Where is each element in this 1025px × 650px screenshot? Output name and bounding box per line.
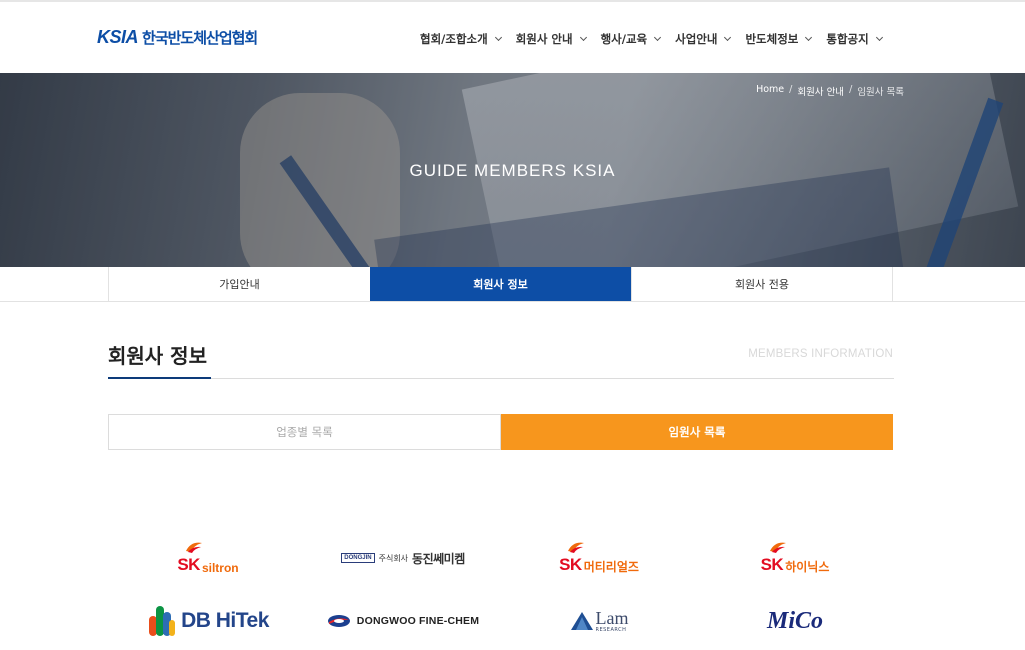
member-logo-sk-hynix[interactable]: SK 하이닉스 [710, 542, 880, 583]
page-subtitle: MEMBERS INFORMATION [748, 348, 893, 360]
chevron-down-icon [654, 33, 662, 42]
dongwoo-text: DONGWOO FINE-CHEM [356, 615, 480, 627]
sk-brand-text: SK [760, 555, 784, 574]
main-nav: 협회/조합소개 회원사 안내 행사/교육 사업안내 반도체정보 통합공지 [420, 31, 897, 47]
dongwoo-emblem-icon [327, 615, 350, 627]
subtab-by-industry[interactable]: 업종별 목록 [108, 414, 501, 450]
hero-title: GUIDE MEMBERS KSIA [409, 161, 616, 180]
chevron-down-icon [724, 33, 732, 42]
title-underline [108, 377, 211, 379]
logo-ko-text: 한국반도체산업협회 [142, 29, 258, 47]
breadcrumb-home[interactable]: Home [756, 84, 784, 98]
dongjin-name-text: 동진쎄미켐 [412, 551, 465, 566]
member-logo-dongwoo[interactable]: DONGWOO FINE-CHEM [318, 603, 488, 639]
nav-item-business[interactable]: 사업안내 [675, 31, 732, 47]
sk-butterfly-icon [568, 542, 585, 553]
chevron-down-icon [805, 33, 813, 42]
db-hitek-text: DB HiTek [181, 609, 269, 632]
lam-sub-text: RESEARCH [595, 627, 627, 633]
member-logo-db-hitek[interactable]: DB HiTek [123, 603, 293, 639]
sk-sub-text: siltron [201, 561, 239, 575]
tab-join-guide[interactable]: 가입안내 [108, 267, 370, 301]
member-logo-lam[interactable]: Lam RESEARCH [514, 603, 684, 639]
sk-sub-text: 머티리얼즈 [583, 560, 639, 574]
hero-banner: Home / 회원사 안내 / 임원사 목록 GUIDE MEMBERS KSI… [0, 73, 1025, 267]
sk-butterfly-icon [769, 542, 786, 553]
lam-triangle-icon [570, 612, 593, 630]
nav-label: 통합공지 [826, 32, 869, 46]
lam-text: Lam [595, 608, 629, 628]
breadcrumb-members[interactable]: 회원사 안내 [797, 84, 844, 98]
site-header: KSIA 한국반도체산업협회 협회/조합소개 회원사 안내 행사/교육 사업안내… [0, 2, 1025, 73]
sk-brand-text: SK [177, 555, 200, 574]
sk-brand-text: SK [559, 555, 582, 574]
nav-label: 반도체정보 [745, 32, 799, 46]
nav-label: 행사/교육 [600, 32, 648, 46]
ksia-logo[interactable]: KSIA 한국반도체산업협회 [97, 27, 258, 48]
nav-item-about[interactable]: 협회/조합소개 [420, 31, 502, 47]
nav-item-events[interactable]: 행사/교육 [600, 31, 662, 47]
chevron-down-icon [494, 33, 502, 42]
sk-sub-text: 하이닉스 [785, 560, 830, 574]
breadcrumb-current: 임원사 목록 [857, 87, 904, 98]
subtab-executive-list[interactable]: 임원사 목록 [501, 414, 893, 450]
nav-label: 사업안내 [675, 32, 718, 46]
member-logo-mico[interactable]: MiCo [710, 603, 880, 639]
breadcrumb-separator: / [789, 84, 793, 95]
nav-item-members[interactable]: 회원사 안내 [515, 31, 587, 47]
dongjin-box-logo: DONGJIN [341, 553, 375, 563]
nav-label: 협회/조합소개 [420, 32, 488, 46]
member-logo-sk-materials[interactable]: SK 머티리얼즈 [514, 542, 684, 583]
title-divider [108, 378, 894, 379]
member-logo-dongjin[interactable]: DONGJIN 주식회사 동진쎄미켐 [318, 540, 488, 576]
section-tabs: 가입안내 회원사 정보 회원사 전용 [0, 267, 1025, 302]
chevron-down-icon [579, 33, 587, 42]
chevron-down-icon [875, 33, 883, 42]
breadcrumb-separator: / [849, 84, 853, 95]
page-title: 회원사 정보 [108, 344, 207, 368]
breadcrumb: Home / 회원사 안내 / 임원사 목록 [756, 84, 904, 98]
nav-item-notice[interactable]: 통합공지 [826, 31, 883, 47]
dongjin-small-text: 주식회사 [378, 553, 409, 563]
nav-label: 회원사 안내 [515, 32, 573, 46]
sk-butterfly-icon [186, 542, 203, 553]
db-emblem-icon [149, 606, 176, 636]
member-logo-sk-siltron[interactable]: SK siltron [123, 542, 293, 583]
logo-en-text: KSIA [97, 27, 139, 47]
nav-item-semi-info[interactable]: 반도체정보 [745, 31, 813, 47]
mico-text: MiCo [766, 607, 823, 634]
tab-member-info[interactable]: 회원사 정보 [370, 267, 631, 301]
tab-members-only[interactable]: 회원사 전용 [631, 267, 893, 301]
